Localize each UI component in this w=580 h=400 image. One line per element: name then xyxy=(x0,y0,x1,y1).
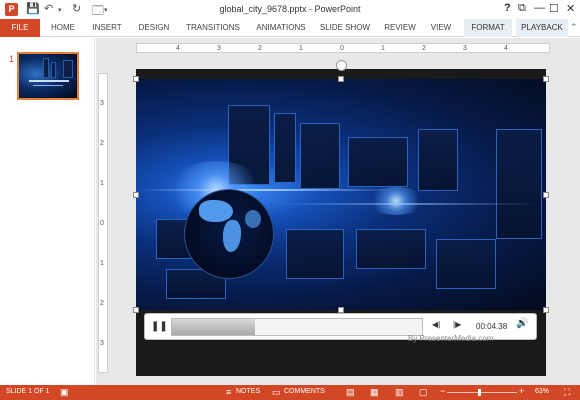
resize-handle-bottom-right[interactable] xyxy=(543,307,549,313)
notes-icon[interactable]: ≡ xyxy=(226,387,231,397)
watermark-text: By PresenterMedia.com xyxy=(408,334,494,343)
ruler-tick-label: 2 xyxy=(422,45,426,52)
title-bar: P 💾 ↶ ▾ ↻ 🗔 ▾ global_city_9678.pptx - Po… xyxy=(0,0,580,19)
zoom-slider-knob[interactable] xyxy=(478,389,481,396)
comments-icon[interactable]: ▭ xyxy=(272,387,281,398)
tab-review[interactable]: REVIEW xyxy=(380,19,420,37)
light-glow xyxy=(366,187,426,215)
building-shape xyxy=(356,229,426,269)
resize-handle-top-right[interactable] xyxy=(543,76,549,82)
zoom-out-button[interactable]: − xyxy=(440,386,445,396)
rotation-handle[interactable] xyxy=(336,60,347,71)
thumbnail-building xyxy=(63,60,73,78)
ruler-tick-label: 1 xyxy=(100,260,104,267)
ruler-tick-label: 3 xyxy=(100,340,104,347)
zoom-level[interactable]: 63% xyxy=(535,388,549,395)
ruler-tick-label: 1 xyxy=(381,45,385,52)
globe-continent xyxy=(223,220,241,252)
move-forward-button[interactable]: |▶ xyxy=(453,320,461,329)
tab-format[interactable]: FORMAT xyxy=(464,19,512,37)
slide-sorter-icon[interactable]: ▦ xyxy=(370,387,379,398)
ruler-tick-label: 2 xyxy=(100,140,104,147)
slide-show-icon[interactable]: ▢ xyxy=(419,387,428,398)
thumbnail-building xyxy=(51,62,56,78)
ruler-tick-label: 4 xyxy=(176,45,180,52)
normal-view-icon[interactable]: ▤ xyxy=(346,387,355,398)
reading-view-icon[interactable]: ▥ xyxy=(395,387,404,398)
building-shape xyxy=(436,239,496,289)
building-shape xyxy=(300,123,340,189)
notes-button[interactable]: NOTES xyxy=(236,388,260,395)
tab-animations[interactable]: ANIMATIONS xyxy=(252,19,310,37)
move-back-button[interactable]: ◀| xyxy=(432,320,440,329)
ruler-tick-label: 1 xyxy=(299,45,303,52)
ruler-tick-label: 0 xyxy=(340,45,344,52)
window-title: global_city_9678.pptx - PowerPoint xyxy=(219,4,361,14)
tab-file[interactable]: FILE xyxy=(0,19,40,37)
timecode: 00:04.38 xyxy=(476,322,508,331)
seek-bar-progress xyxy=(172,319,255,335)
building-shape xyxy=(286,229,344,279)
volume-icon[interactable]: 🔊 xyxy=(516,318,528,329)
globe-graphic xyxy=(184,189,274,279)
thumbnail-building xyxy=(43,58,49,78)
building-shape xyxy=(418,129,458,191)
light-streak xyxy=(136,189,396,191)
maximize-icon[interactable]: ☐ xyxy=(549,2,559,15)
tab-design[interactable]: DESIGN xyxy=(134,19,174,37)
tab-insert[interactable]: INSERT xyxy=(88,19,126,37)
tab-transitions[interactable]: TRANSITIONS xyxy=(182,19,244,37)
collapse-ribbon-icon[interactable]: ⌃ xyxy=(570,22,578,33)
resize-handle-left[interactable] xyxy=(133,192,139,198)
ruler-tick-label: 1 xyxy=(100,180,104,187)
resize-handle-bottom-left[interactable] xyxy=(133,307,139,313)
tab-home[interactable]: HOME xyxy=(46,19,80,37)
thumbnail-number: 1 xyxy=(9,54,15,64)
ribbon-tabs: FILE HOME INSERT DESIGN TRANSITIONS ANIM… xyxy=(0,19,580,37)
ribbon-display-icon[interactable]: ⧉ xyxy=(518,2,526,15)
light-streak xyxy=(276,203,536,205)
help-icon[interactable]: ? xyxy=(504,2,511,14)
vertical-ruler: 3 2 1 0 1 2 3 xyxy=(98,73,108,373)
slide-thumbnail-pane: 1 xyxy=(0,38,95,385)
pause-button[interactable]: ❚❚ xyxy=(151,320,168,334)
resize-handle-top-left[interactable] xyxy=(133,76,139,82)
thumbnail-subtitle-line xyxy=(33,85,63,86)
horizontal-ruler: 4 3 2 1 0 1 2 3 4 xyxy=(136,43,550,53)
slide-thumbnail[interactable] xyxy=(17,52,79,100)
resize-handle-top[interactable] xyxy=(338,76,344,82)
status-bar: SLIDE 1 OF 1 ▣ ≡ NOTES ▭ COMMENTS ▤ ▦ ▥ … xyxy=(0,385,580,400)
tab-playback[interactable]: PLAYBACK xyxy=(516,19,568,37)
ruler-tick-label: 3 xyxy=(217,45,221,52)
seek-bar[interactable] xyxy=(171,318,423,336)
slide-counter: SLIDE 1 OF 1 xyxy=(6,388,50,395)
ruler-tick-label: 3 xyxy=(463,45,467,52)
zoom-in-button[interactable]: + xyxy=(519,386,524,396)
spell-check-icon[interactable]: ▣ xyxy=(60,387,69,398)
ruler-tick-label: 0 xyxy=(100,220,104,227)
ruler-tick-label: 2 xyxy=(258,45,262,52)
building-shape xyxy=(274,113,296,183)
video-frame[interactable] xyxy=(136,79,546,310)
ruler-tick-label: 2 xyxy=(100,300,104,307)
ruler-tick-label: 3 xyxy=(100,100,104,107)
globe-continent xyxy=(245,210,261,228)
building-shape xyxy=(496,129,542,239)
fit-slide-icon[interactable]: ⛶ xyxy=(564,387,570,398)
tab-view[interactable]: VIEW xyxy=(426,19,456,37)
building-shape xyxy=(348,137,408,187)
thumbnail-title-line xyxy=(29,80,69,82)
comments-button[interactable]: COMMENTS xyxy=(284,388,325,395)
resize-handle-right[interactable] xyxy=(543,192,549,198)
tab-slide-show[interactable]: SLIDE SHOW xyxy=(318,19,372,37)
minimize-icon[interactable]: — xyxy=(534,2,545,14)
close-icon[interactable]: ✕ xyxy=(566,2,575,15)
ruler-tick-label: 4 xyxy=(504,45,508,52)
globe-continent xyxy=(199,200,233,222)
zoom-slider[interactable] xyxy=(447,392,517,393)
